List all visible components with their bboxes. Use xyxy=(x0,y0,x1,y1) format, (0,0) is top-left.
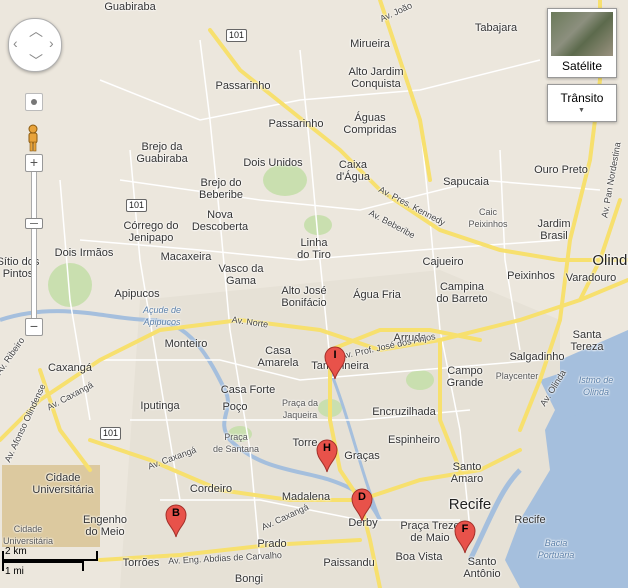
place-label-macaxeira: Macaxeira xyxy=(160,251,212,263)
pan-control[interactable]: ︿ ﹀ ‹ › xyxy=(8,18,62,72)
place-label-casa-amarela: Casa Amarela xyxy=(257,345,299,369)
place-label-monteiro: Monteiro xyxy=(164,338,208,350)
map-marker-i[interactable]: I xyxy=(324,346,346,380)
place-label-bongi: Bongi xyxy=(234,573,264,585)
scale-km-label: 2 km xyxy=(5,546,27,557)
place-label-poco: Poço xyxy=(222,401,248,413)
place-label-santo-antonio: Santo Antônio xyxy=(463,556,501,580)
traffic-toggle-button[interactable]: Trânsito ▼ xyxy=(547,84,617,122)
highway-shield-br101-north: 101 xyxy=(226,29,248,42)
place-label-sapucaia: Sapucaia xyxy=(443,176,489,188)
place-label-apipucos: Apipucos xyxy=(114,288,160,300)
zoom-out-button[interactable]: − xyxy=(25,318,43,336)
place-label-cidade-universitaria-2: Cidade Universitária xyxy=(2,524,54,546)
place-label-peixinhos: Peixinhos xyxy=(507,270,555,282)
place-label-aguas-compridas: Águas Compridas xyxy=(343,112,397,136)
place-label-iputinga: Iputinga xyxy=(140,400,180,412)
highway-shield-br101-south: 101 xyxy=(100,427,122,440)
place-label-santo-amaro: Santo Amaro xyxy=(450,461,484,485)
map-marker-h[interactable]: H xyxy=(316,439,338,473)
place-label-paissandu: Paissandu xyxy=(323,557,375,569)
place-label-cordeiro: Cordeiro xyxy=(189,483,233,495)
zoom-slider-track[interactable] xyxy=(31,170,37,320)
place-label-vasco-gama: Vasco da Gama xyxy=(218,263,264,287)
place-label-cajueiro: Cajueiro xyxy=(422,256,464,268)
place-label-engenho-meio: Engenho do Meio xyxy=(82,514,128,538)
zoom-slider-handle[interactable] xyxy=(25,218,43,229)
dot-icon xyxy=(31,99,37,105)
place-label-encruzilhada: Encruzilhada xyxy=(372,406,436,418)
place-label-alto-jose-bonifacio: Alto José Bonifácio xyxy=(281,285,327,309)
place-label-ouro-preto: Ouro Preto xyxy=(534,164,588,176)
place-label-linha-tiro: Linha do Tiro xyxy=(297,237,331,261)
place-label-salgadinho: Salgadinho xyxy=(509,351,565,363)
place-label-brejo-guabiraba: Brejo da Guabiraba xyxy=(136,141,188,165)
chevron-down-icon: ▼ xyxy=(578,107,585,114)
scale-mi-bar xyxy=(2,561,84,563)
place-label-alto-jardim-conquista: Alto Jardim Conquista xyxy=(348,66,404,90)
place-label-jardim-brasil: Jardim Brasil xyxy=(537,218,571,242)
place-label-prado: Prado xyxy=(257,538,287,550)
place-label-campo-grande: Campo Grande xyxy=(446,365,484,389)
place-label-dois-irmaos: Dois Irmãos xyxy=(54,247,114,259)
map-scale-bar: 2 km 1 mi xyxy=(2,546,102,578)
map-marker-f[interactable]: F xyxy=(454,520,476,554)
place-label-santa-tereza: Santa Tereza xyxy=(570,329,604,353)
water-label-acude-apipucos: Açude de Apipucos xyxy=(142,305,182,327)
pegman-icon[interactable] xyxy=(24,124,42,152)
place-label-praca-santana: Praça de Santana xyxy=(212,432,260,454)
marker-label: B xyxy=(172,507,180,519)
place-label-casa-forte: Casa Forte xyxy=(220,384,276,396)
scale-mi-label: 1 mi xyxy=(5,566,24,577)
place-label-passarinho-2: Passarinho xyxy=(268,118,324,130)
place-label-caic-peixinhos: Caic Peixinhos xyxy=(468,207,508,229)
marker-label: I xyxy=(333,349,337,361)
pan-right-icon[interactable]: › xyxy=(49,35,54,51)
place-label-cidade-universitaria: Cidade Universitária xyxy=(32,472,94,496)
place-label-caxang: Caxangá xyxy=(47,362,93,374)
satellite-label: Satélite xyxy=(561,59,603,73)
map-marker-b[interactable]: B xyxy=(165,504,187,538)
place-label-praca-jaqueira: Praça da Jaqueira xyxy=(281,398,319,420)
satellite-toggle-button[interactable]: Satélite xyxy=(547,8,617,78)
place-label-boa-vista: Boa Vista xyxy=(395,551,443,563)
place-label-passarinho-1: Passarinho xyxy=(215,80,271,92)
place-label-campina-barreto: Campina do Barreto xyxy=(436,281,488,305)
place-label-torre: Torre xyxy=(292,437,318,449)
marker-label: F xyxy=(461,523,469,535)
place-label-guabiraba: Guabiraba xyxy=(104,1,156,13)
place-label-varadouro: Varadouro xyxy=(565,272,617,284)
place-label-agua-fria: Água Fria xyxy=(353,289,401,301)
reset-view-button[interactable] xyxy=(25,93,43,111)
place-label-espinheiro: Espinheiro xyxy=(388,434,440,446)
map-marker-d[interactable]: D xyxy=(351,488,373,522)
pan-up-icon[interactable]: ︿ xyxy=(29,21,43,41)
place-label-praca-treze-maio: Praça Treze de Maio xyxy=(400,520,460,544)
place-label-corrego-jenipapo: Córrego do Jenipapo xyxy=(123,220,179,244)
place-label-brejo-beberibe: Brejo do Beberibe xyxy=(198,177,244,201)
water-label-bacia-portuaria: Bacia Portuária xyxy=(537,538,575,560)
traffic-label: Trânsito xyxy=(560,91,604,105)
place-label-tabajara: Tabajara xyxy=(474,22,518,34)
place-label-dois-unidos: Dois Unidos xyxy=(243,157,303,169)
pan-down-icon[interactable]: ﹀ xyxy=(29,51,43,71)
place-label-playcenter: Playcenter xyxy=(495,371,539,381)
map-canvas[interactable]: Guabiraba Mirueira Tabajara Passarinho A… xyxy=(0,0,628,588)
water-label-istmo-olinda: Istmo de Olinda xyxy=(578,375,614,397)
place-label-nova-descoberta: Nova Descoberta xyxy=(191,209,249,233)
satellite-thumbnail xyxy=(551,12,613,56)
place-label-recife-city: Recife xyxy=(448,496,492,513)
place-label-caixa-dagua: Caixa d'Água xyxy=(336,159,370,183)
highway-shield-br101-west: 101 xyxy=(126,199,148,212)
marker-label: D xyxy=(358,491,366,503)
zoom-in-button[interactable]: + xyxy=(25,154,43,172)
place-label-olinda: Olinda xyxy=(592,252,628,269)
marker-label: H xyxy=(323,442,331,454)
place-label-mirueira: Mirueira xyxy=(350,38,390,50)
pan-left-icon[interactable]: ‹ xyxy=(13,35,18,51)
place-label-recife-port: Recife xyxy=(514,514,546,526)
place-label-gracas: Graças xyxy=(344,450,380,462)
place-label-torroes: Torrões xyxy=(122,557,160,569)
